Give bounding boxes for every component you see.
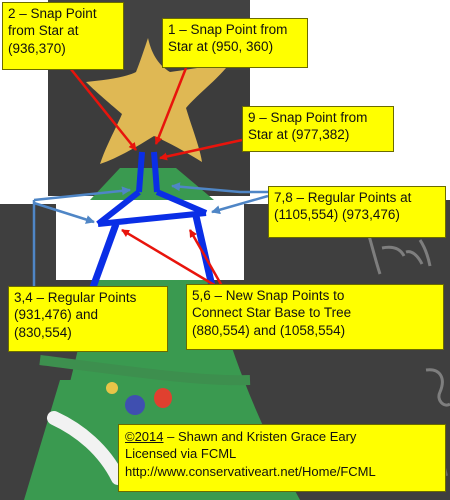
callout-snap-point-9: 9 – Snap Point from Star at (977,382) (242, 106, 394, 152)
credit-line-authors: ©2014 – Shawn and Kristen Grace Eary (125, 428, 439, 445)
ornament-yellow (106, 382, 118, 394)
credit-license: Licensed via FCML (125, 446, 237, 462)
diagram-canvas: 2 – Snap Point from Star at (936,370) 1 … (0, 0, 450, 500)
copyright-year: ©2014 (125, 429, 164, 444)
credit-authors: – Shawn and Kristen Grace Eary (163, 429, 357, 444)
base-stem-right (151, 151, 160, 193)
callout-regular-points-3-4: 3,4 – Regular Points (931,476) and (830,… (8, 286, 168, 352)
base-stem-left (136, 151, 145, 193)
callout-new-snap-points-5-6: 5,6 – New Snap Points to Connect Star Ba… (186, 284, 444, 350)
credit-box: ©2014 – Shawn and Kristen Grace Eary Lic… (118, 424, 446, 492)
callout-snap-point-2: 2 – Snap Point from Star at (936,370) (2, 2, 124, 70)
credit-url: http://www.conservativeart.net/Home/FCML (125, 463, 376, 479)
ornament-blue (125, 395, 145, 415)
callout-snap-point-1: 1 – Snap Point from Star at (950, 360) (162, 18, 308, 68)
ornament-red (154, 388, 172, 408)
callout-regular-points-7-8: 7,8 – Regular Points at (1105,554) (973,… (268, 186, 446, 238)
white-cutout (56, 196, 244, 280)
